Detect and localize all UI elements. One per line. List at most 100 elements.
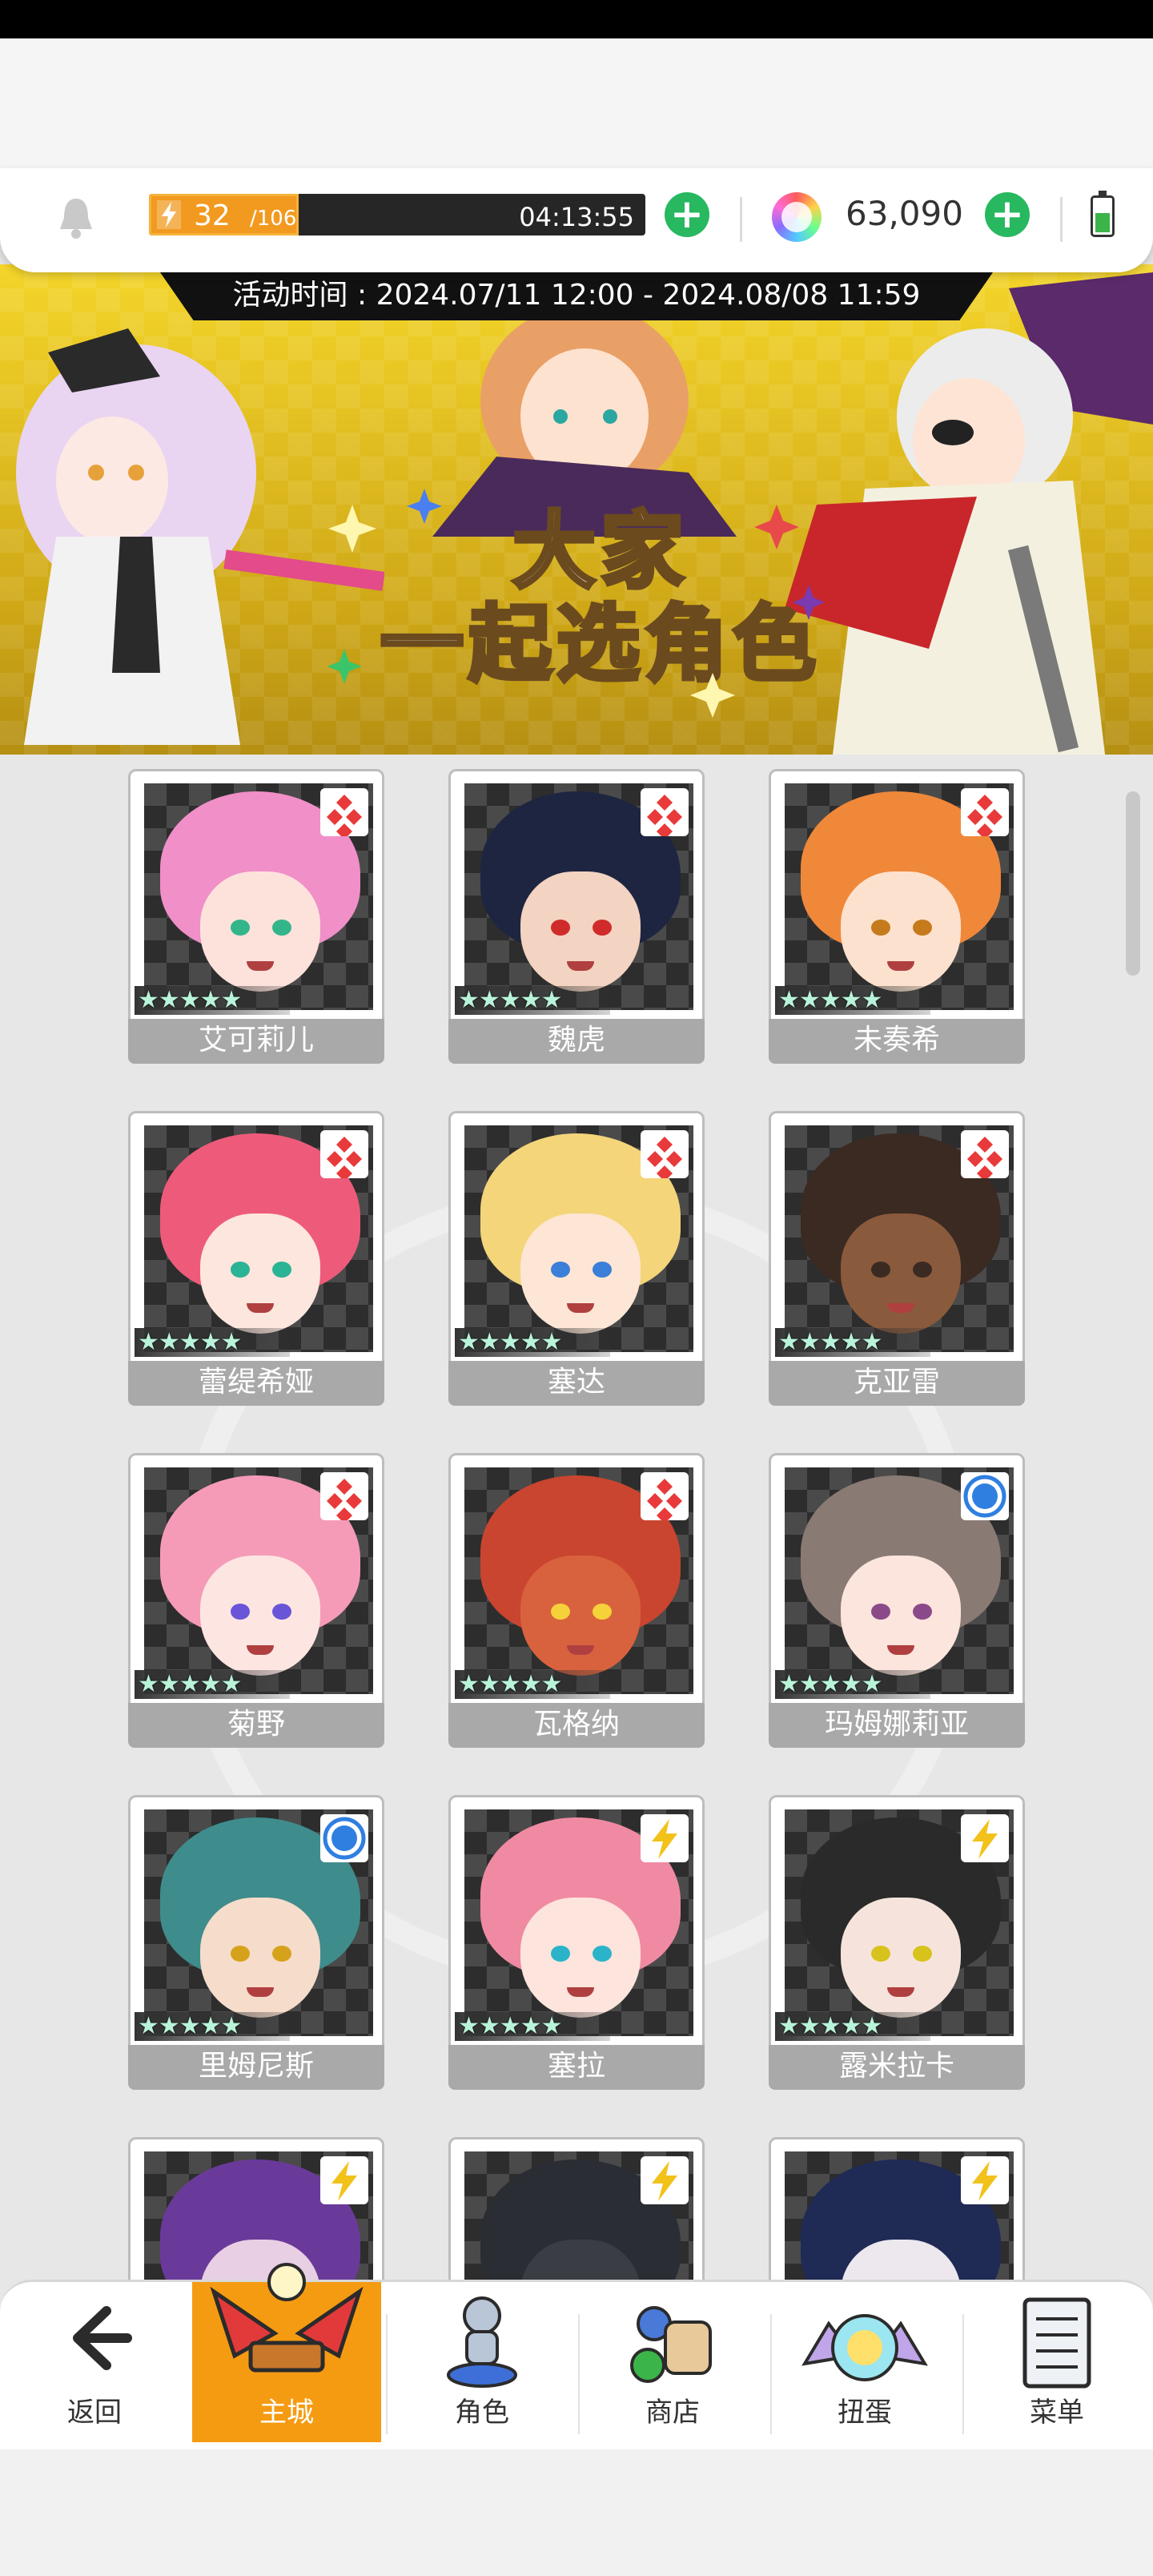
portrait-face	[841, 1556, 961, 1676]
nav-back[interactable]: 返回	[0, 2282, 189, 2442]
diamond-type-icon	[961, 1130, 1009, 1181]
portrait-eye	[871, 1946, 890, 1962]
character-card[interactable]: ★★★★★ 塞达	[448, 1111, 705, 1411]
star-rating: ★★★★★	[775, 2012, 930, 2041]
diamond-type-icon	[320, 1472, 368, 1523]
portrait-eye	[272, 1262, 291, 1278]
event-banner[interactable]: 活动时间 : 2024.07/11 12:00 - 2024.08/08 11:…	[0, 264, 1153, 755]
character-name: 克亚雷	[769, 1361, 1025, 1406]
character-card[interactable]: ★★★★★ 里姆尼斯	[128, 1795, 384, 2095]
nav-menu[interactable]: 菜单	[962, 2282, 1151, 2442]
card-frame: ★★★★★	[448, 1795, 705, 2063]
portrait-eye	[871, 1262, 890, 1278]
circle-type-icon	[961, 1472, 1009, 1520]
resource-header: 32 /106 04:13:55 + 63,090 +	[0, 168, 1153, 272]
stamina-current: 32	[194, 199, 231, 232]
character-portrait	[785, 1809, 1014, 2036]
nav-label: 主城	[259, 2397, 314, 2429]
diamond-type-icon	[961, 788, 1009, 839]
portrait-eye	[593, 1946, 612, 1962]
character-card[interactable]: ★★★★★ 艾可莉儿	[128, 769, 384, 1069]
card-frame: ★★★★★	[769, 1111, 1025, 1379]
character-portrait	[144, 783, 373, 1010]
character-card[interactable]: ★★★★★ 塞拉	[448, 1795, 705, 2095]
card-frame: ★★★★★	[448, 1111, 705, 1379]
character-portrait	[144, 1809, 373, 2036]
plus-icon: +	[990, 191, 1024, 237]
sparkle-decorations	[328, 489, 825, 718]
battery-icon	[1091, 191, 1115, 237]
scrollbar[interactable]	[1126, 791, 1140, 976]
diamond-type-icon	[641, 1130, 689, 1181]
character-portrait	[785, 783, 1014, 1010]
portrait-eye	[593, 920, 612, 936]
portrait-eye	[871, 1604, 890, 1620]
character-card[interactable]: ★★★★★ 克亚雷	[769, 1111, 1025, 1411]
character-portrait	[144, 1467, 373, 1694]
portrait-face	[520, 871, 641, 992]
star-rating: ★★★★★	[775, 1328, 930, 1357]
portrait-eye	[913, 920, 932, 936]
card-frame: ★★★★★	[769, 1453, 1025, 1721]
portrait-eye	[272, 920, 291, 936]
character-portrait	[785, 1467, 1014, 1694]
portrait-eye	[913, 1262, 932, 1278]
nav-label: 返回	[67, 2397, 122, 2429]
character-name: 未奏希	[769, 1019, 1025, 1064]
star-rating: ★★★★★	[135, 1328, 290, 1357]
character-card[interactable]: ★★★★★ 菊野	[128, 1453, 384, 1753]
nav-characters[interactable]: 角色	[388, 2282, 576, 2442]
portrait-eye	[231, 1604, 250, 1620]
nav-main-city[interactable]: 主城	[192, 2263, 381, 2442]
divider	[1060, 197, 1063, 242]
stamina-timer: 04:13:55	[519, 202, 634, 232]
character-name: 菊野	[128, 1703, 384, 1748]
portrait-eye	[272, 1604, 291, 1620]
menu-list-icon	[1022, 2297, 1091, 2389]
character-portrait	[464, 1809, 693, 2036]
character-card[interactable]: ★★★★★ 玛姆娜莉亚	[769, 1453, 1025, 1753]
character-card[interactable]: ★★★★★ 瓦格纳	[448, 1453, 705, 1753]
card-frame: ★★★★★	[769, 1795, 1025, 2063]
star-rating: ★★★★★	[775, 986, 930, 1015]
portrait-eye	[231, 1262, 250, 1278]
shop-bag-icon	[630, 2306, 712, 2383]
character-card[interactable]: ★★★★★ 露米拉卡	[769, 1795, 1025, 2095]
card-frame: ★★★★★	[128, 1111, 384, 1379]
lightning-icon	[157, 200, 181, 229]
plus-icon: +	[670, 191, 704, 237]
nav-label: 菜单	[1030, 2397, 1084, 2429]
add-gem-button[interactable]: +	[985, 192, 1030, 237]
character-portrait	[464, 1125, 693, 1352]
nav-label: 扭蛋	[838, 2397, 892, 2429]
character-card[interactable]: ★★★★★ 魏虎	[448, 769, 705, 1069]
portrait-face	[841, 1898, 961, 2018]
nav-shop[interactable]: 商店	[578, 2282, 767, 2442]
add-stamina-button[interactable]: +	[665, 192, 709, 237]
star-rating: ★★★★★	[135, 986, 290, 1015]
gem-icon	[772, 192, 822, 242]
portrait-eye	[913, 1604, 932, 1620]
bell-icon[interactable]	[56, 194, 96, 242]
character-name: 塞达	[448, 1361, 705, 1406]
lightning-type-icon	[641, 1814, 689, 1862]
character-portrait	[464, 1467, 693, 1694]
gem-count: 63,090	[846, 194, 963, 233]
back-arrow-icon	[73, 2306, 132, 2370]
nav-gacha[interactable]: 扭蛋	[770, 2282, 959, 2442]
character-card[interactable]: ★★★★★ 蕾缇希娅	[128, 1111, 384, 1411]
character-portrait	[464, 783, 693, 1010]
diamond-type-icon	[320, 1130, 368, 1181]
portrait-eye	[593, 1604, 612, 1620]
character-portrait	[785, 1125, 1014, 1352]
character-card[interactable]: ★★★★★ 未奏希	[769, 769, 1025, 1069]
star-rating: ★★★★★	[135, 1670, 290, 1699]
portrait-face	[200, 1214, 320, 1334]
lightning-type-icon	[961, 2156, 1009, 2204]
card-frame: ★★★★★	[448, 1453, 705, 1721]
card-frame: ★★★★★	[769, 769, 1025, 1036]
star-rating: ★★★★★	[455, 2012, 610, 2041]
diamond-type-icon	[641, 788, 689, 839]
portrait-eye	[231, 920, 250, 936]
portrait-face	[520, 1556, 641, 1676]
